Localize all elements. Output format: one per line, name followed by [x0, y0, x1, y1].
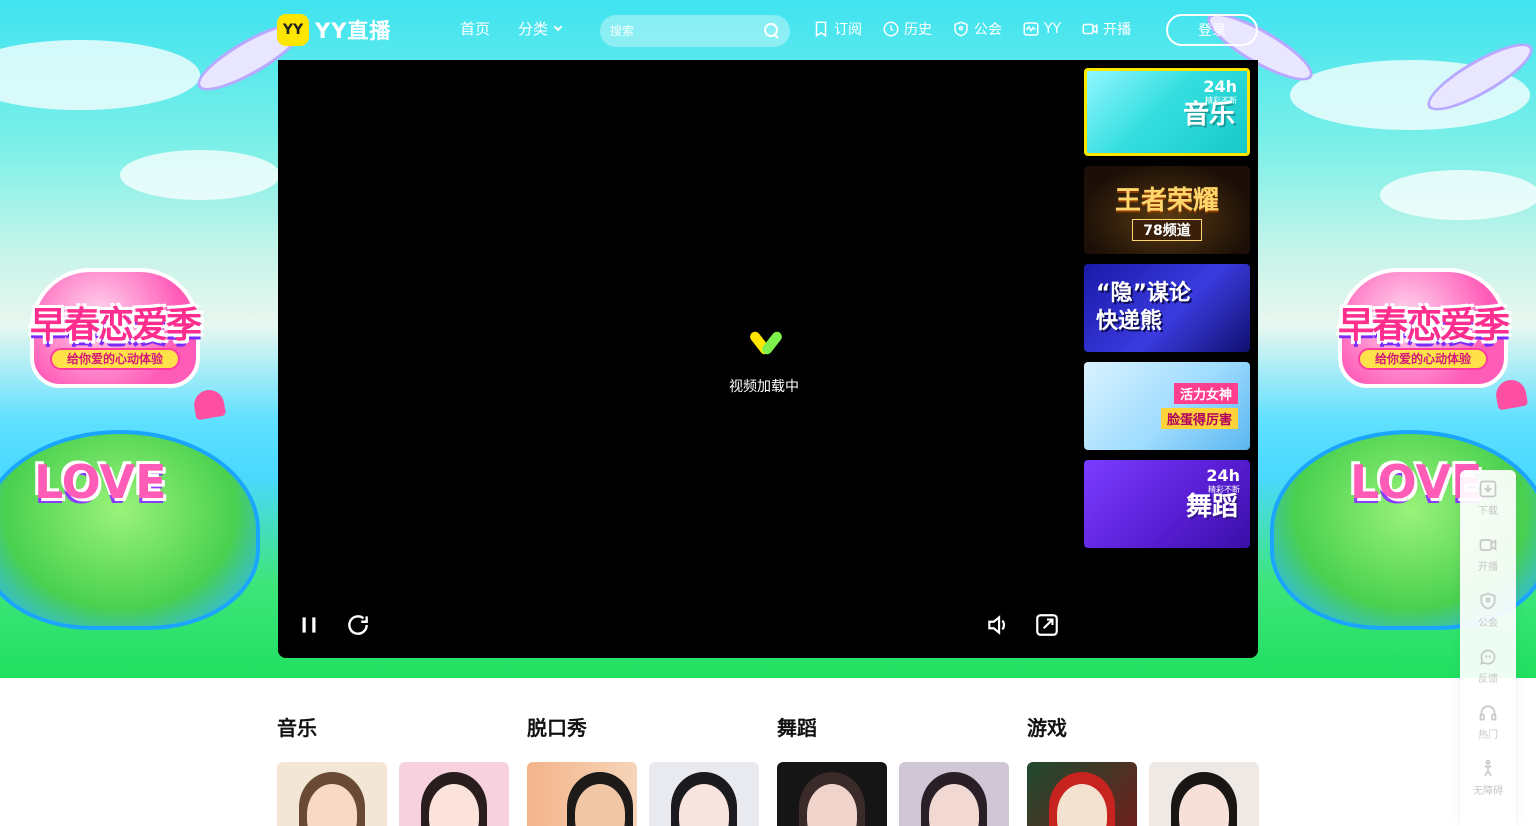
channel-dance[interactable]: 24h 精彩不断 舞蹈 [1084, 460, 1250, 548]
volume-button[interactable] [985, 612, 1011, 638]
shield-icon [1480, 592, 1496, 610]
poster-title: 早春恋爱季 [29, 305, 202, 346]
camera-icon [1082, 23, 1098, 35]
float-go-live[interactable]: 开播 [1460, 526, 1516, 582]
category-title-music[interactable]: 音乐 [277, 712, 317, 741]
category-title-dance[interactable]: 舞蹈 [777, 712, 817, 741]
stream-thumbnail[interactable] [399, 762, 509, 826]
stream-thumbnail[interactable] [1149, 762, 1259, 826]
channel-tag: 脸蛋得厉害 [1160, 408, 1238, 429]
floating-sidebar: 下载 开播 公会 反馈 热门 无障碍 [1460, 470, 1516, 826]
channel-label-line2: 快递熊 [1096, 309, 1163, 334]
channel-label: “隐”谋论 快递熊 [1096, 280, 1191, 336]
channel-tag: 活力女神 [1173, 383, 1238, 404]
popout-button[interactable] [1034, 612, 1060, 638]
history-label: 历史 [904, 22, 932, 38]
refresh-button[interactable] [345, 612, 371, 638]
clock-icon [883, 21, 899, 37]
nav-home-label: 首页 [460, 20, 491, 38]
stream-thumbnail[interactable] [899, 762, 1009, 826]
yy-button[interactable]: YY [1022, 19, 1061, 39]
search-icon[interactable] [764, 23, 780, 39]
channel-honor-of-kings[interactable]: 王者荣耀 78频道 [1084, 166, 1250, 254]
float-accessibility-label: 无障碍 [1473, 786, 1503, 797]
float-download[interactable]: 下载 [1460, 470, 1516, 526]
volume-icon [988, 615, 1006, 635]
float-hot[interactable]: 热门 [1460, 694, 1516, 750]
top-header: YY YY直播 首页 分类 订阅 历史 公会 YY [0, 0, 1536, 60]
spring-love-poster-right: 早春恋爱季 给你爱的心动体验 [1318, 268, 1528, 398]
float-guild-label: 公会 [1478, 618, 1498, 629]
subscribe-button[interactable]: 订阅 [812, 19, 862, 39]
chat-icon [1480, 649, 1496, 665]
history-button[interactable]: 历史 [882, 19, 932, 39]
refresh-icon [348, 615, 368, 635]
nav-category-dropdown[interactable]: 分类 [518, 18, 563, 39]
nav-home[interactable]: 首页 [460, 18, 490, 39]
poster-ribbon: 给你爱的心动体验 [1358, 348, 1488, 370]
channel-conspiracy-talk[interactable]: “隐”谋论 快递熊 [1084, 264, 1250, 352]
stream-thumbnail[interactable] [777, 762, 887, 826]
guild-button[interactable]: 公会 [952, 19, 1002, 39]
channel-label: 王者荣耀 [1114, 185, 1219, 216]
go-live-button[interactable]: 开播 [1081, 19, 1131, 39]
bookmark-icon [815, 21, 827, 38]
yy-loading-logo-icon [748, 328, 785, 364]
login-button[interactable]: 登录 [1166, 14, 1258, 46]
channel-badge: 24h [1203, 77, 1237, 96]
headset-icon [1479, 705, 1497, 721]
channel-music[interactable]: 24h 精彩不断 音乐 [1084, 68, 1250, 156]
yy-logo[interactable]: YY YY直播 [277, 14, 391, 46]
category-title-game[interactable]: 游戏 [1027, 712, 1067, 741]
channel-list: 24h 精彩不断 音乐 王者荣耀 78频道 “隐”谋论 快递熊 活力女神 脸蛋得… [1084, 68, 1252, 558]
logo-badge: YY [277, 14, 309, 46]
nav-category-label: 分类 [518, 20, 549, 38]
stream-thumbnail[interactable] [527, 762, 637, 826]
channel-badge: 24h [1206, 466, 1240, 485]
float-accessibility[interactable]: 无障碍 [1460, 750, 1516, 806]
float-feedback-label: 反馈 [1478, 674, 1498, 685]
yy-label: YY [1044, 21, 1062, 37]
logo-text: YY直播 [315, 19, 392, 43]
subscribe-label: 订阅 [834, 22, 862, 38]
float-go-live-label: 开播 [1478, 562, 1498, 573]
poster-ribbon: 给你爱的心动体验 [50, 348, 180, 370]
chevron-down-icon [553, 22, 563, 31]
popout-icon [1036, 614, 1058, 636]
spring-love-poster-left: 早春恋爱季 给你爱的心动体验 [10, 268, 220, 398]
channel-sub: 精彩不断 [1208, 485, 1240, 494]
shield-icon [954, 21, 968, 37]
pause-icon [302, 617, 316, 633]
float-guild[interactable]: 公会 [1460, 582, 1516, 638]
camera-icon [1479, 539, 1497, 551]
search-box [600, 15, 790, 47]
accessibility-icon [1484, 759, 1492, 777]
poster-title: 早春恋爱季 [1337, 305, 1510, 346]
channel-sub: 精彩不断 [1205, 96, 1237, 105]
loading-indicator: 视频加载中 [729, 328, 803, 396]
header-toolbar: 订阅 历史 公会 YY 开播 [812, 19, 1131, 39]
go-live-label: 开播 [1103, 22, 1132, 38]
channel-goddess[interactable]: 活力女神 脸蛋得厉害 [1084, 362, 1250, 450]
stream-thumbnail[interactable] [277, 762, 387, 826]
pause-button[interactable] [296, 612, 322, 638]
category-title-talkshow[interactable]: 脱口秀 [527, 712, 587, 741]
channel-label-line1: “隐”谋论 [1096, 281, 1191, 306]
float-download-label: 下载 [1478, 506, 1498, 517]
stream-thumbnail[interactable] [649, 762, 759, 826]
search-input[interactable] [610, 24, 764, 38]
stream-thumbnail[interactable] [1027, 762, 1137, 826]
float-hot-label: 热门 [1478, 730, 1498, 741]
download-icon [1479, 480, 1497, 498]
guild-label: 公会 [974, 22, 1002, 38]
channel-number: 78频道 [1132, 218, 1202, 241]
pulse-icon [1023, 22, 1039, 36]
love-word: LOVE [34, 455, 167, 509]
loading-text: 视频加载中 [729, 379, 799, 395]
float-feedback[interactable]: 反馈 [1460, 638, 1516, 694]
main-nav: 首页 分类 [460, 18, 563, 39]
